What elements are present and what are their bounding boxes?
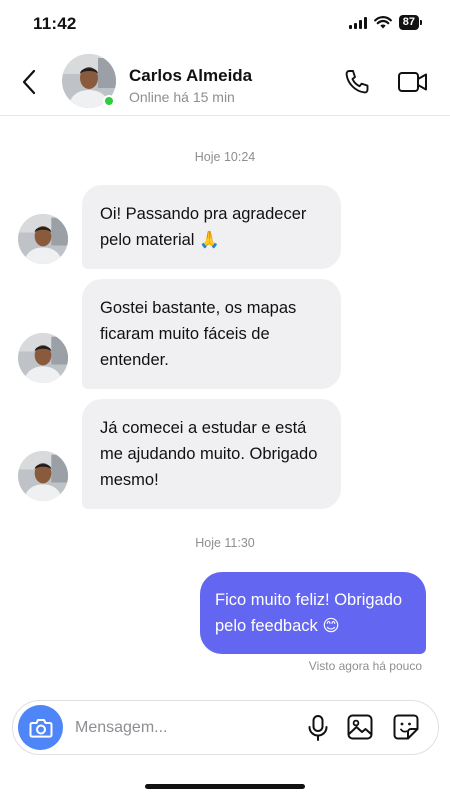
time-separator: Hoje 11:30 — [195, 536, 255, 550]
time-separator: Hoje 10:24 — [194, 150, 256, 164]
camera-button[interactable] — [18, 705, 63, 750]
voice-message-button[interactable] — [305, 714, 331, 742]
wifi-icon — [373, 16, 392, 29]
phone-icon — [345, 70, 369, 94]
sender-avatar[interactable] — [18, 214, 68, 264]
status-time: 11:42 — [33, 14, 77, 33]
video-camera-icon — [398, 72, 427, 92]
sender-avatar[interactable] — [18, 333, 68, 383]
sticker-icon — [393, 714, 419, 740]
call-button[interactable] — [342, 67, 372, 97]
gallery-button[interactable] — [346, 713, 374, 741]
back-button[interactable] — [18, 67, 40, 97]
status-bar: 11:42 87 — [0, 0, 450, 50]
microphone-icon — [308, 715, 328, 741]
back-chevron-icon — [22, 69, 36, 95]
message-bubble-incoming[interactable]: Já comecei a estudar e está me ajudando … — [82, 399, 341, 509]
image-icon — [347, 714, 373, 740]
message-input[interactable] — [75, 715, 295, 741]
message-composer — [12, 700, 439, 755]
message-bubble-outgoing[interactable]: Fico muito feliz! Obrigado pelo feedback… — [200, 572, 426, 654]
message-bubble-incoming[interactable]: Oi! Passando pra agradecer pelo material… — [82, 185, 341, 269]
sender-avatar[interactable] — [18, 451, 68, 501]
status-icons: 87 — [348, 15, 422, 30]
contact-status: Online há 15 min — [129, 89, 235, 105]
chat-header: Carlos Almeida Online há 15 min — [0, 50, 450, 116]
home-indicator[interactable] — [145, 784, 305, 789]
contact-avatar[interactable] — [62, 54, 116, 108]
online-indicator — [103, 95, 115, 107]
camera-icon — [29, 718, 52, 738]
message-bubble-incoming[interactable]: Gostei bastante, os mapas ficaram muito … — [82, 279, 341, 389]
seen-status: Visto agora há pouco — [308, 659, 422, 673]
battery-icon: 87 — [398, 15, 422, 30]
signal-icon — [348, 16, 367, 29]
battery-level: 87 — [398, 15, 419, 30]
sticker-button[interactable] — [392, 713, 420, 741]
contact-name[interactable]: Carlos Almeida — [129, 66, 252, 86]
video-call-button[interactable] — [397, 67, 429, 97]
